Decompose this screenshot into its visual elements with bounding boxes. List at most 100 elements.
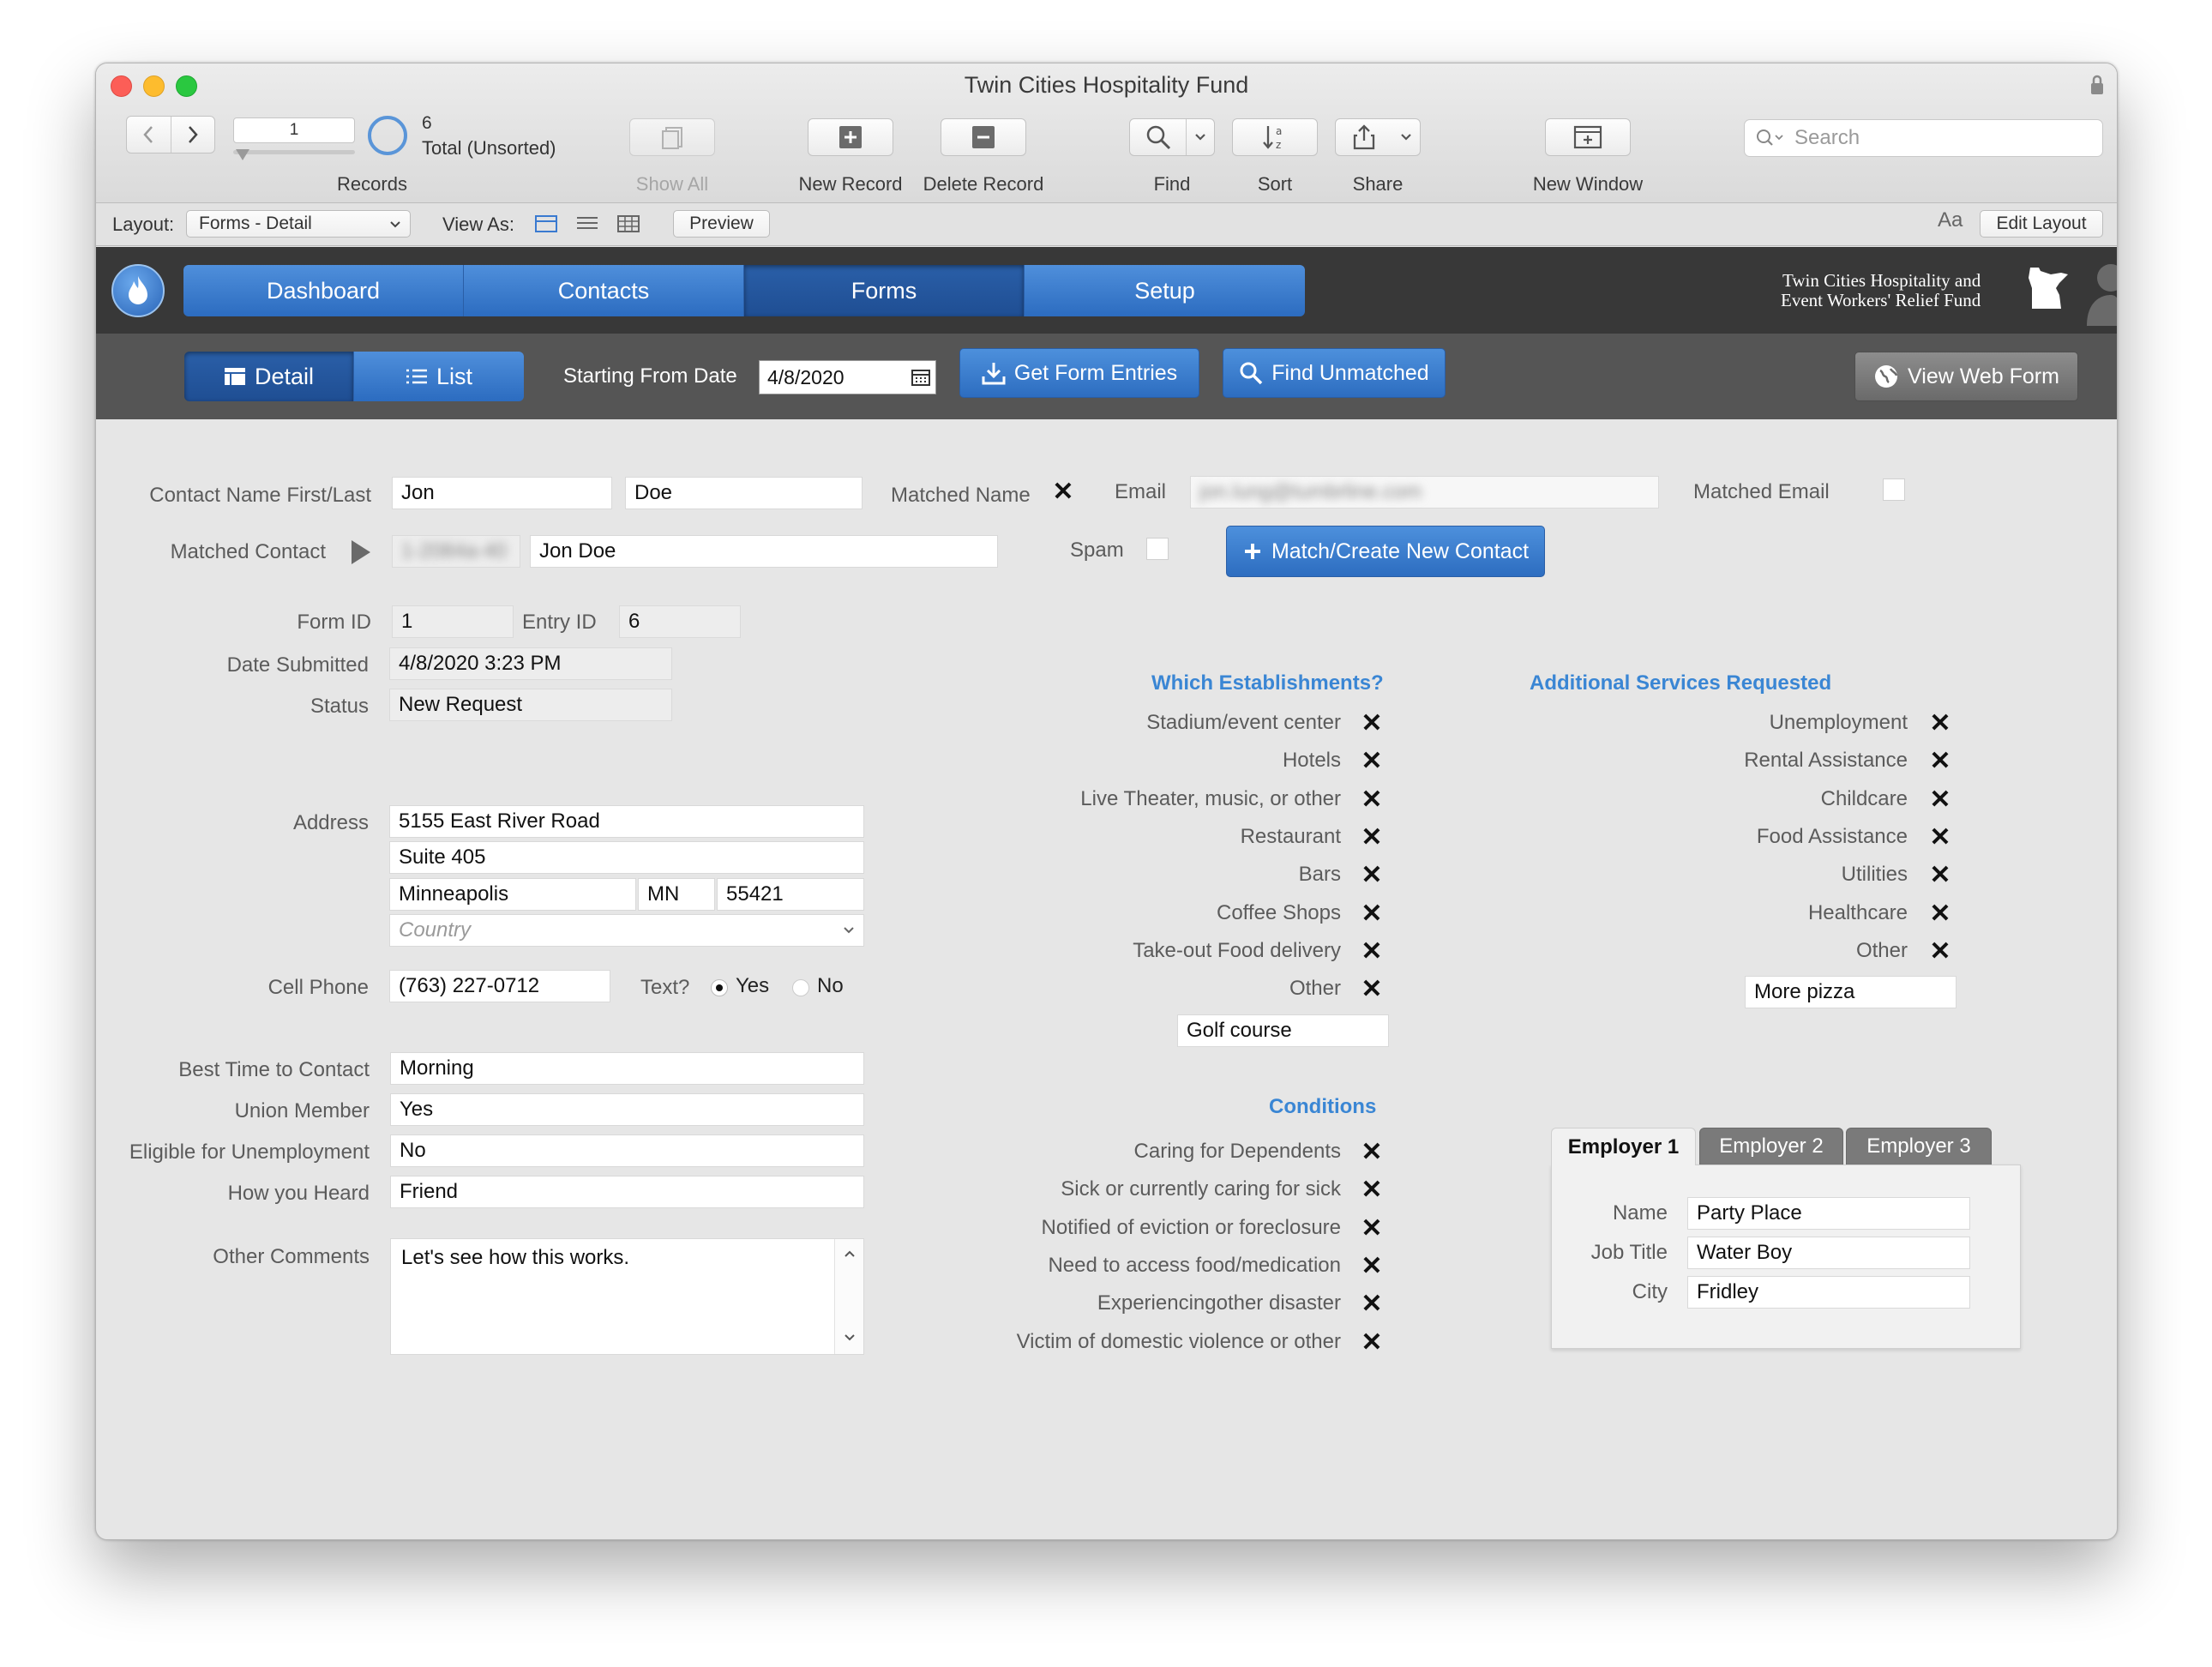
establishment-item-checkbox[interactable]: ✕ bbox=[1360, 977, 1384, 1002]
condition-item-checkbox[interactable]: ✕ bbox=[1360, 1253, 1384, 1279]
record-slider[interactable] bbox=[233, 150, 355, 154]
detail-view-button[interactable]: Detail bbox=[184, 352, 354, 401]
view-as-form-icon[interactable] bbox=[535, 214, 557, 238]
last-name-field[interactable]: Doe bbox=[625, 477, 863, 509]
layout-select[interactable]: Forms - Detail bbox=[186, 210, 411, 238]
condition-item-checkbox[interactable]: ✕ bbox=[1360, 1140, 1384, 1165]
chevron-down-icon bbox=[390, 221, 400, 228]
svg-text:a: a bbox=[1276, 125, 1282, 137]
tab-employer-3[interactable]: Employer 3 bbox=[1846, 1128, 1992, 1165]
establishments-other-field[interactable]: Golf course bbox=[1177, 1014, 1389, 1047]
list-view-button[interactable]: List bbox=[354, 352, 524, 401]
service-item-checkbox[interactable]: ✕ bbox=[1928, 711, 1952, 737]
calendar-icon[interactable] bbox=[911, 369, 930, 386]
record-nav-buttons bbox=[126, 116, 215, 153]
share-dropdown-chevron-icon[interactable] bbox=[1392, 133, 1420, 141]
record-number-input[interactable]: 1 bbox=[233, 117, 355, 143]
matched-email-checkbox[interactable] bbox=[1883, 478, 1905, 501]
user-avatar-icon[interactable] bbox=[2083, 259, 2117, 330]
plus-box-icon bbox=[839, 126, 862, 148]
find-dropdown-chevron-icon[interactable] bbox=[1187, 133, 1214, 141]
tab-dashboard[interactable]: Dashboard bbox=[183, 265, 464, 316]
employer-city-label: City bbox=[1632, 1280, 1668, 1303]
match-create-contact-button[interactable]: Match/Create New Contact bbox=[1226, 526, 1545, 577]
text-yes-radio[interactable] bbox=[711, 979, 728, 996]
preview-button[interactable]: Preview bbox=[673, 210, 770, 238]
new-window-button[interactable] bbox=[1545, 118, 1631, 156]
minus-box-icon bbox=[972, 126, 995, 148]
find-unmatched-button[interactable]: Find Unmatched bbox=[1223, 348, 1446, 398]
employer-name-field[interactable]: Party Place bbox=[1687, 1197, 1970, 1230]
state-field[interactable]: MN bbox=[638, 878, 715, 911]
search-input[interactable]: Search bbox=[1744, 119, 2103, 157]
delete-record-button[interactable] bbox=[941, 118, 1026, 156]
new-record-button[interactable] bbox=[808, 118, 893, 156]
search-icon bbox=[1757, 129, 1783, 146]
condition-item-checkbox[interactable]: ✕ bbox=[1360, 1291, 1384, 1317]
condition-item-checkbox[interactable]: ✕ bbox=[1360, 1329, 1384, 1355]
condition-item-label: Victim of domestic violence or other bbox=[1016, 1329, 1341, 1353]
spam-checkbox[interactable] bbox=[1146, 538, 1169, 560]
svg-text:z: z bbox=[1276, 139, 1281, 151]
union-member-field[interactable]: Yes bbox=[390, 1093, 864, 1126]
go-to-contact-arrow-icon[interactable] bbox=[352, 540, 370, 564]
services-other-field[interactable]: More pizza bbox=[1745, 976, 1957, 1008]
employer-panel: Name Party Place Job Title Water Boy Cit… bbox=[1551, 1164, 2021, 1349]
city-field[interactable]: Minneapolis bbox=[389, 878, 636, 911]
window-title: Twin Cities Hospitality Fund bbox=[964, 72, 1249, 98]
service-item-checkbox[interactable]: ✕ bbox=[1928, 938, 1952, 964]
service-item-checkbox[interactable]: ✕ bbox=[1928, 749, 1952, 774]
date-submitted-label: Date Submitted bbox=[226, 653, 369, 677]
eligible-unemployment-label: Eligible for Unemployment bbox=[129, 1140, 370, 1164]
condition-item-checkbox[interactable]: ✕ bbox=[1360, 1215, 1384, 1241]
service-item-checkbox[interactable]: ✕ bbox=[1928, 786, 1952, 812]
title-bar: Twin Cities Hospitality Fund 1 6 Total (… bbox=[96, 63, 2117, 203]
first-name-field[interactable]: Jon bbox=[392, 477, 612, 509]
best-time-field[interactable]: Morning bbox=[390, 1052, 864, 1085]
edit-layout-button[interactable]: Edit Layout bbox=[1980, 210, 2103, 238]
main-nav: Dashboard Contacts Forms Setup Twin Citi… bbox=[96, 247, 2117, 334]
org-logo-line1: Twin Cities Hospitality and bbox=[1782, 270, 1981, 291]
delete-record-label: Delete Record bbox=[923, 173, 1044, 195]
other-comments-value: Let's see how this works. bbox=[401, 1246, 630, 1269]
matched-contact-name-field[interactable]: Jon Doe bbox=[530, 535, 998, 568]
employer-city-field[interactable]: Fridley bbox=[1687, 1276, 1970, 1309]
establishment-item-label: Bars bbox=[1298, 863, 1341, 887]
tab-contacts[interactable]: Contacts bbox=[464, 265, 744, 316]
services-title: Additional Services Requested bbox=[1530, 671, 1832, 695]
establishment-item-label: Live Theater, music, or other bbox=[1080, 786, 1341, 810]
view-as-table-icon[interactable] bbox=[617, 214, 640, 238]
establishment-item-label: Hotels bbox=[1282, 749, 1341, 773]
service-item-checkbox[interactable]: ✕ bbox=[1928, 863, 1952, 888]
establishment-item-label: Stadium/event center bbox=[1146, 711, 1341, 734]
cell-phone-field[interactable]: (763) 227-0712 bbox=[389, 970, 610, 1002]
get-form-entries-button[interactable]: Get Form Entries bbox=[959, 348, 1199, 398]
share-button[interactable] bbox=[1335, 118, 1421, 156]
view-as-list-icon[interactable] bbox=[576, 214, 598, 238]
email-label: Email bbox=[1115, 480, 1167, 503]
starting-from-date-input[interactable]: 4/8/2020 bbox=[759, 360, 936, 394]
show-all-button[interactable] bbox=[629, 118, 715, 156]
condition-item-checkbox[interactable]: ✕ bbox=[1360, 1177, 1384, 1203]
other-comments-label: Other Comments bbox=[213, 1245, 370, 1268]
tab-employer-1[interactable]: Employer 1 bbox=[1551, 1128, 1696, 1165]
previous-record-button[interactable] bbox=[127, 117, 171, 153]
font-size-icon[interactable]: Aa bbox=[1938, 208, 1963, 232]
service-item-checkbox[interactable]: ✕ bbox=[1928, 824, 1952, 850]
sort-button[interactable]: az bbox=[1232, 118, 1318, 156]
tab-forms[interactable]: Forms bbox=[744, 265, 1025, 316]
service-item-checkbox[interactable]: ✕ bbox=[1928, 900, 1952, 926]
tab-setup[interactable]: Setup bbox=[1025, 265, 1305, 316]
email-field[interactable]: jon.lung@tumbrline.com bbox=[1190, 476, 1659, 509]
find-button[interactable] bbox=[1129, 118, 1215, 156]
detail-icon bbox=[224, 368, 245, 385]
record-slider-thumb[interactable] bbox=[236, 149, 249, 160]
employer-job-title-field[interactable]: Water Boy bbox=[1687, 1237, 1970, 1269]
next-record-button[interactable] bbox=[171, 117, 215, 153]
app-logo-flame-icon[interactable] bbox=[111, 264, 165, 317]
list-icon bbox=[406, 369, 427, 384]
view-web-form-button[interactable]: View Web Form bbox=[1854, 352, 2078, 401]
tab-employer-2[interactable]: Employer 2 bbox=[1699, 1128, 1843, 1165]
establishment-item-label: Restaurant bbox=[1240, 824, 1341, 848]
matched-name-checkbox[interactable]: ✕ bbox=[1051, 479, 1075, 505]
